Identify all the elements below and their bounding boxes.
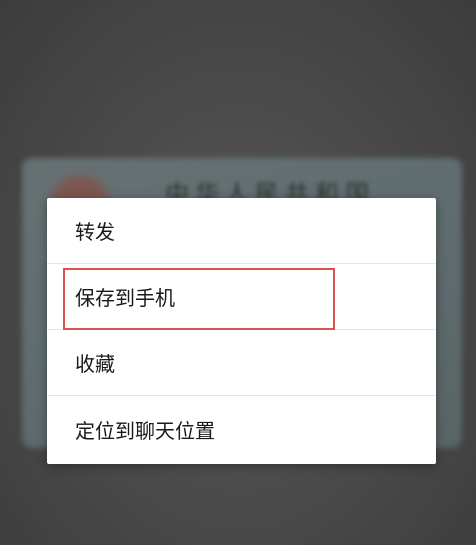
menu-item-favorite[interactable]: 收藏 <box>47 330 436 396</box>
menu-item-label: 收藏 <box>75 352 115 376</box>
context-menu: 转发 保存到手机 收藏 定位到聊天位置 <box>47 198 436 464</box>
screen: 中华人民共和国 转发 保存到手机 收藏 定位到聊天位置 <box>0 0 476 545</box>
menu-item-save-to-phone[interactable]: 保存到手机 <box>47 264 436 330</box>
menu-item-label: 保存到手机 <box>75 286 175 310</box>
menu-item-label: 转发 <box>75 220 115 244</box>
menu-item-label: 定位到聊天位置 <box>75 418 215 443</box>
menu-item-forward[interactable]: 转发 <box>47 198 436 264</box>
menu-item-locate-in-chat[interactable]: 定位到聊天位置 <box>47 396 436 462</box>
